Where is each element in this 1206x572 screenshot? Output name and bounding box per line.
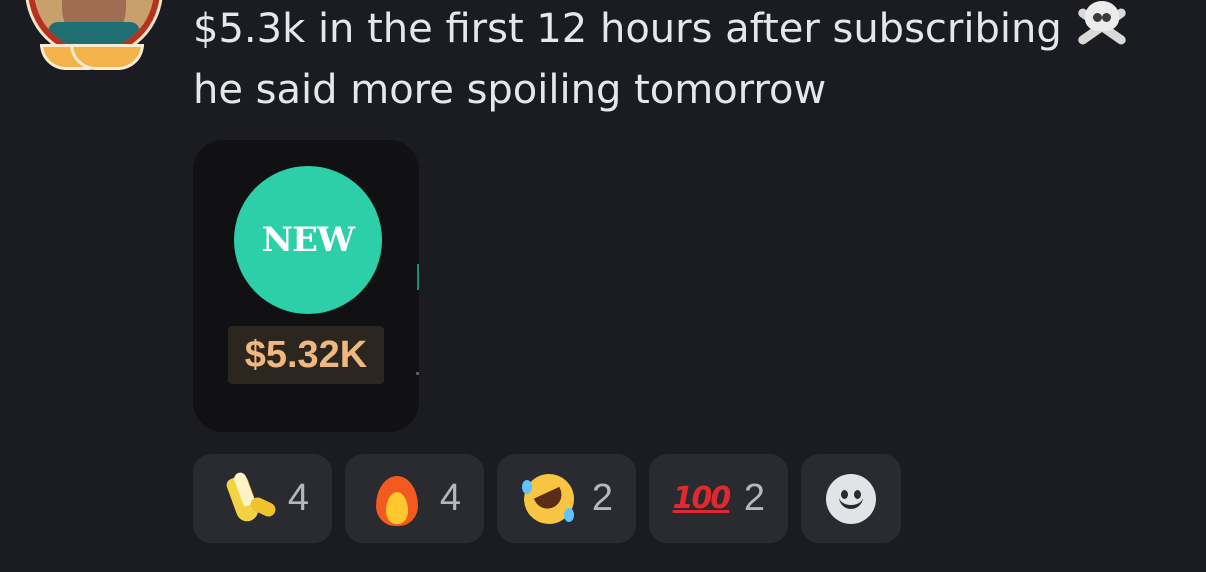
reaction-hundred[interactable]: 100 2 bbox=[649, 454, 788, 543]
reaction-count: 2 bbox=[591, 477, 614, 519]
reactions-bar: 4 4 2 100 2 bbox=[193, 454, 901, 543]
edge-dot bbox=[416, 372, 419, 375]
fire-icon bbox=[368, 470, 426, 528]
reaction-count: 2 bbox=[743, 477, 766, 519]
price-text: $5.32K bbox=[244, 333, 368, 376]
new-badge-text: NEW bbox=[261, 220, 355, 260]
reaction-count: 4 bbox=[287, 477, 310, 519]
skull-and-crossbones-icon bbox=[1072, 0, 1132, 52]
message-line-2: he said more spoiling tomorrow bbox=[193, 67, 827, 113]
price-label: $5.32K bbox=[228, 326, 384, 384]
add-reaction-button[interactable] bbox=[801, 454, 901, 543]
message-line-1: $5.3k in the first 12 hours after subscr… bbox=[193, 0, 1132, 59]
banana-icon bbox=[216, 470, 278, 528]
hundred-points-icon: 100 bbox=[672, 470, 732, 528]
reaction-count: 4 bbox=[439, 477, 462, 519]
avatar-image[interactable] bbox=[34, 0, 154, 50]
edge-mark bbox=[417, 264, 419, 290]
message-text-1: $5.3k in the first 12 hours after subscr… bbox=[193, 6, 1062, 52]
chat-message: $5.3k in the first 12 hours after subscr… bbox=[0, 0, 1206, 572]
reaction-rofl[interactable]: 2 bbox=[497, 454, 636, 543]
reaction-banana[interactable]: 4 bbox=[193, 454, 332, 543]
hundred-glyph: 100 bbox=[672, 481, 732, 516]
add-reaction-smiley-icon bbox=[826, 473, 876, 524]
image-attachment[interactable]: NEW $5.32K bbox=[193, 140, 419, 432]
new-badge: NEW bbox=[234, 166, 382, 314]
rolling-on-floor-laughing-icon bbox=[515, 465, 583, 532]
reaction-fire[interactable]: 4 bbox=[345, 454, 484, 543]
